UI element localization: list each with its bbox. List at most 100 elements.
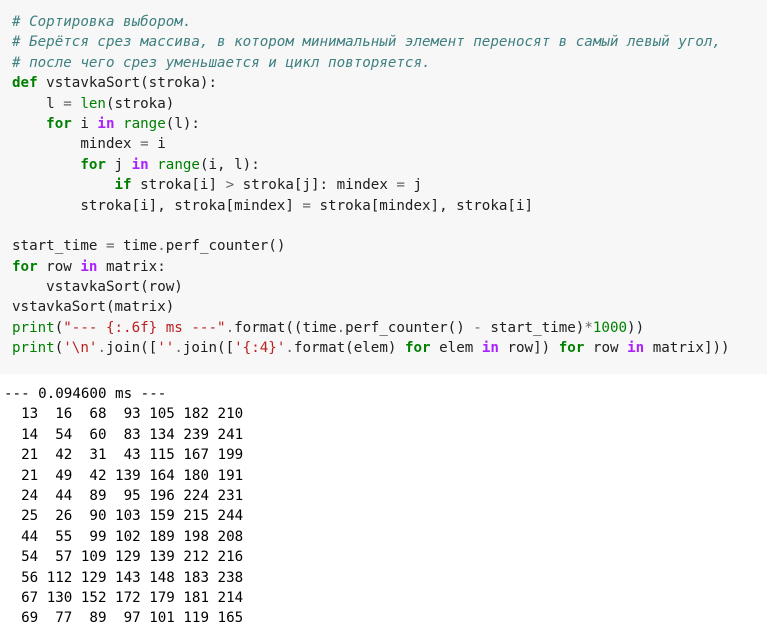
code-token: l [12, 95, 64, 112]
code-token: = [105, 238, 115, 255]
code-token: print [12, 340, 55, 357]
code-line: print("--- {:.6f} ms ---".format((time.p… [12, 318, 730, 338]
code-token: '\n' [63, 340, 98, 357]
code-token: > [225, 177, 235, 194]
code-token: # Берётся срез массива, в котором минима… [12, 34, 721, 51]
code-token: matrix: [97, 258, 166, 275]
code-token: = [63, 95, 72, 112]
code-token: in [131, 156, 149, 173]
code-token: for [80, 156, 106, 173]
code-token: range [157, 156, 200, 173]
code-line: mindex = i [12, 134, 730, 154]
code-line: vstavkaSort(matrix) [12, 297, 730, 317]
code-token: . [157, 238, 166, 255]
code-token: vstavkaSort(matrix) [12, 299, 175, 316]
code-token: i [71, 115, 98, 132]
code-line: # Сортировка выбором. [12, 12, 730, 32]
code-editor[interactable]: # Сортировка выбором. # Берётся срез масс… [12, 12, 730, 359]
code-token: print [12, 319, 55, 336]
code-token: . [336, 319, 346, 336]
code-token: row]) [498, 340, 559, 357]
matrix-row: 24 44 89 95 196 224 231 [4, 487, 244, 504]
code-token: format(elem) [293, 340, 405, 357]
code-line: stroka[i], stroka[mindex] = stroka[minde… [12, 196, 730, 216]
code-token: vstavkaSort(stroka): [37, 75, 217, 92]
code-line: for i in range(l): [12, 114, 730, 134]
output-text: --- 0.094600 ms --- 13 16 68 93 105 182 … [4, 384, 243, 629]
code-token: format((time [234, 319, 337, 336]
code-line: for row in matrix: [12, 257, 730, 277]
code-token: j [404, 177, 423, 194]
matrix-row: 13 16 68 93 105 182 210 [4, 406, 244, 423]
code-line: # после чего срез уменьшается и цикл пов… [12, 53, 730, 73]
code-token: for [12, 258, 38, 275]
code-token: 1000 [592, 319, 628, 336]
code-token: row [584, 340, 628, 357]
code-line: # Берётся срез массива, в котором минима… [12, 32, 730, 52]
code-token: in [627, 340, 645, 357]
matrix-row: 25 26 90 103 159 215 244 [4, 508, 244, 525]
code-token: in [97, 115, 115, 132]
code-token: perf_counter() [165, 238, 286, 255]
code-token: start_time) [481, 319, 585, 336]
matrix-row: 21 49 42 139 164 180 191 [4, 467, 244, 484]
output-area: --- 0.094600 ms --- 13 16 68 93 105 182 … [0, 374, 767, 634]
code-token: stroka[j]: mindex [234, 177, 397, 194]
code-token: * [584, 319, 593, 336]
code-token: range [123, 115, 166, 132]
code-token: # после чего срез уменьшается и цикл пов… [12, 54, 431, 71]
code-token: '{:4}' [234, 340, 286, 357]
matrix-row: 56 112 129 143 148 183 238 [4, 569, 244, 586]
code-token: for [46, 115, 72, 132]
code-token: stroka[i] [131, 177, 226, 194]
code-token: row [37, 258, 81, 275]
code-token: elem [430, 340, 482, 357]
code-token: in [80, 258, 98, 275]
code-token: mindex [12, 136, 141, 153]
matrix-row: 67 130 152 172 179 181 214 [4, 589, 244, 606]
code-token: (stroka) [105, 95, 175, 112]
code-token: (l): [165, 115, 200, 132]
code-token: = [140, 136, 149, 153]
code-token: vstavkaSort(row) [12, 279, 183, 296]
code-line: def vstavkaSort(stroka): [12, 73, 730, 93]
code-token: matrix])) [644, 340, 730, 357]
code-token: def [12, 75, 38, 92]
code-cell[interactable]: # Сортировка выбором. # Берётся срез масс… [0, 0, 767, 374]
matrix-row: 21 42 31 43 115 167 199 [4, 447, 244, 464]
code-token: '' [157, 340, 175, 357]
matrix-row: 14 54 60 83 134 239 241 [4, 426, 244, 443]
code-token: j [105, 156, 132, 173]
timing-line: --- 0.094600 ms --- [4, 386, 167, 402]
code-token: len [80, 95, 106, 112]
code-line: vstavkaSort(row) [12, 277, 730, 297]
code-token: for [404, 340, 431, 357]
code-token: . [97, 340, 106, 357]
code-line: start_time = time.perf_counter() [12, 236, 730, 256]
code-line: print('\n'.join([''.join(['{:4}'.format(… [12, 338, 730, 358]
code-token: in [481, 340, 499, 357]
code-token: - [473, 319, 482, 336]
code-token: # Сортировка выбором. [12, 14, 192, 30]
code-token: . [225, 319, 235, 336]
code-token: perf_counter() [345, 319, 474, 336]
code-token: time [114, 238, 158, 255]
code-token: )) [627, 319, 645, 336]
matrix-row: 54 57 109 129 139 212 216 [4, 549, 244, 566]
code-token: join([ [105, 340, 158, 357]
matrix-row: 69 77 89 97 101 119 165 [4, 610, 244, 627]
code-token: i [148, 136, 166, 153]
code-token: start_time [12, 238, 106, 255]
code-token: "--- {:.6f} ms ---" [63, 319, 226, 336]
code-token: stroka[i], stroka[mindex] [12, 197, 303, 214]
code-token: = [302, 197, 311, 214]
code-token: (i, l): [199, 156, 260, 173]
code-token: if [114, 177, 132, 194]
code-line: l = len(stroka) [12, 94, 730, 114]
code-token: ( [54, 319, 64, 336]
